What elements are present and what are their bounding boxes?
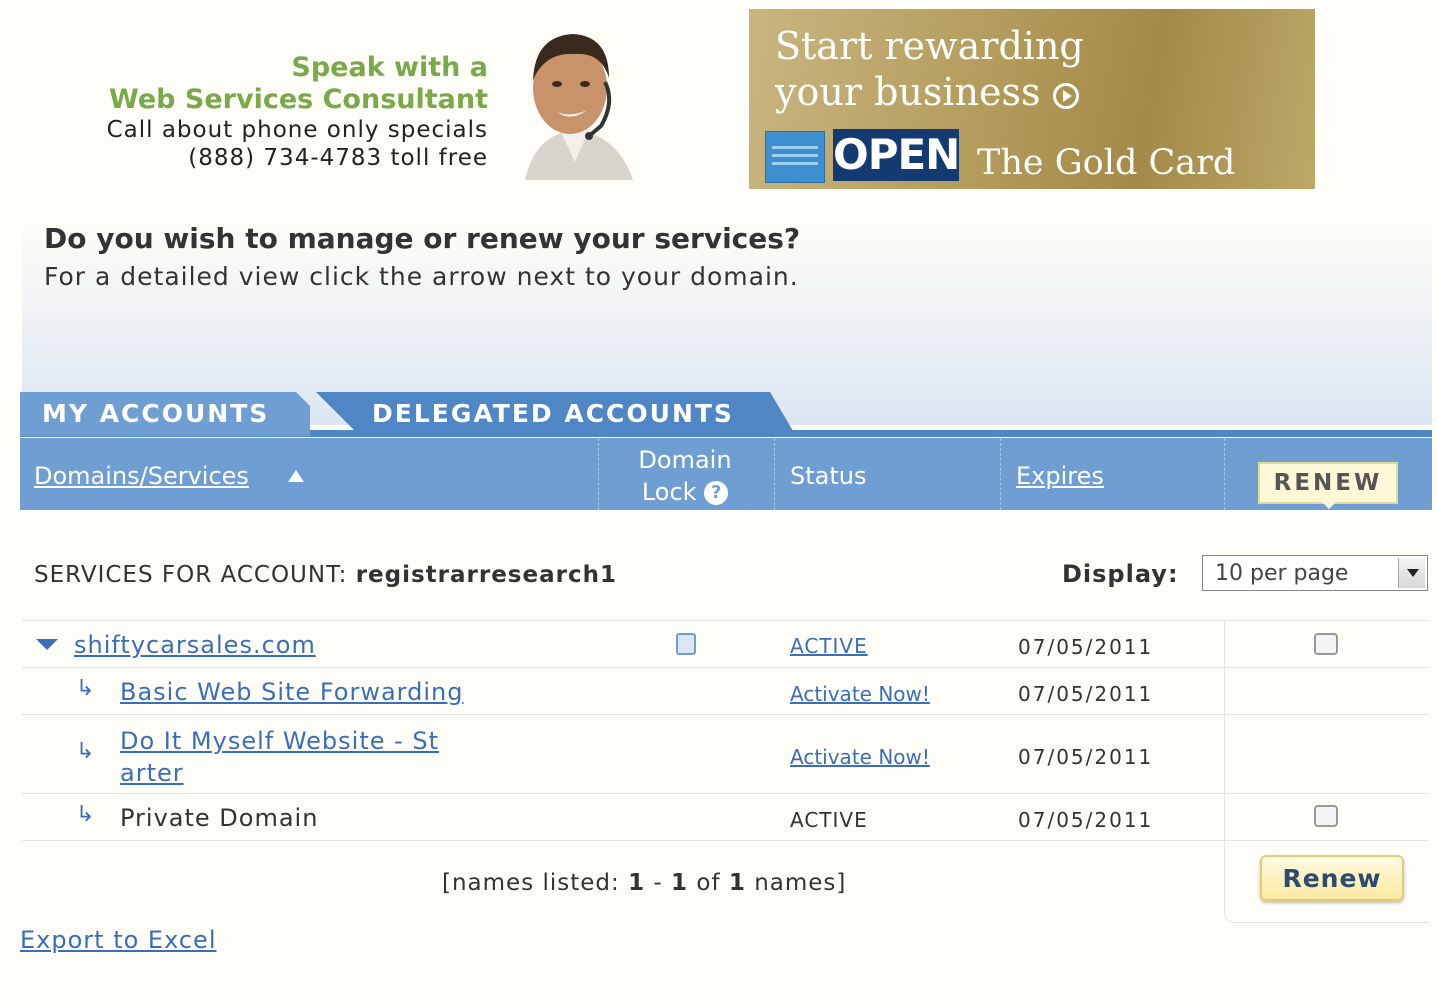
services-for-account: SERVICES FOR ACCOUNT: registrarresearch1 <box>34 562 617 588</box>
consultant-promo: Speak with a Web Services Consultant Cal… <box>20 52 488 172</box>
tab-delegated-label: DELEGATED ACCOUNTS <box>372 399 734 428</box>
pagination-of: of <box>696 870 721 896</box>
sub-item-arrow-icon: ↳ <box>76 676 95 701</box>
promo-line-2: Web Services Consultant <box>109 84 488 115</box>
promo-line-3: Call about phone only specials <box>106 117 488 143</box>
gold-card-label: The Gold Card <box>977 143 1236 183</box>
sort-ascending-icon <box>288 470 304 482</box>
per-page-select[interactable]: 10 per page <box>1202 555 1428 591</box>
tab-my-label: MY ACCOUNTS <box>42 399 270 428</box>
table-row: ↳ Basic Web Site Forwarding Activate Now… <box>22 667 1428 714</box>
expires-date: 07/05/2011 <box>1018 635 1154 659</box>
ad-headline-line-2: your business <box>775 70 1041 114</box>
play-circle-icon <box>1052 82 1079 109</box>
display-label: Display: <box>1062 560 1179 588</box>
export-to-excel-link[interactable]: Export to Excel <box>20 926 217 954</box>
manage-question: Do you wish to manage or renew your serv… <box>44 222 801 255</box>
activate-now-link[interactable]: Activate Now! <box>790 682 930 706</box>
chevron-down-icon[interactable] <box>1398 558 1425 588</box>
service-link-line-2: arter <box>120 759 184 787</box>
per-page-value: 10 per page <box>1215 561 1349 586</box>
help-icon[interactable]: ? <box>704 481 729 505</box>
expires-date: 07/05/2011 <box>1018 745 1154 769</box>
status-text: ACTIVE <box>790 808 868 832</box>
table-header: Domains/Services Domain Lock ? Status Ex… <box>20 438 1432 510</box>
gold-card-ad[interactable]: Start rewarding your business OPEN The G… <box>749 9 1315 189</box>
renew-checkbox[interactable] <box>1314 805 1338 827</box>
pagination-prefix: [names listed: <box>442 870 620 896</box>
table-row: ↳ Do It Myself Website - St arter Activa… <box>22 714 1428 793</box>
sort-expires-link[interactable]: Expires <box>1016 462 1104 490</box>
service-link[interactable]: Do It Myself Website - St arter <box>120 725 439 789</box>
consultant-photo <box>525 34 633 180</box>
pagination-from: 1 <box>628 870 646 896</box>
table-row: shiftycarsales.com ACTIVE 07/05/2011 <box>22 620 1428 667</box>
open-logo: OPEN <box>833 129 960 181</box>
amex-logo-icon <box>765 131 825 183</box>
service-name: Private Domain <box>120 804 319 832</box>
sub-item-arrow-icon: ↳ <box>76 739 95 764</box>
renew-header-pointer <box>1320 500 1338 509</box>
sort-domains-link[interactable]: Domains/Services <box>34 462 249 490</box>
header-divider <box>774 438 775 510</box>
service-link-line-1: Do It Myself Website - St <box>120 727 440 755</box>
domains-header-label: Domains/Services <box>34 462 249 490</box>
header-divider <box>1000 438 1001 510</box>
manage-hint: For a detailed view click the arrow next… <box>44 262 799 291</box>
account-name: registrarresearch1 <box>355 562 617 588</box>
pagination-summary: [names listed: 1 - 1 of 1 names] <box>442 870 846 896</box>
expires-date: 07/05/2011 <box>1018 682 1154 706</box>
renew-header-badge: RENEW <box>1258 462 1398 504</box>
status-link[interactable]: ACTIVE <box>790 634 868 658</box>
ad-headline-line-1: Start rewarding <box>775 24 1084 68</box>
pagination-dash: - <box>653 870 663 896</box>
domain-lock-label-2: Lock <box>641 478 697 506</box>
status-header: Status <box>790 462 867 490</box>
service-link[interactable]: Basic Web Site Forwarding <box>120 678 463 706</box>
expand-arrow-icon[interactable] <box>36 639 58 650</box>
renew-button[interactable]: Renew <box>1260 855 1404 901</box>
domain-link[interactable]: shiftycarsales.com <box>74 631 316 659</box>
renew-checkbox[interactable] <box>1314 633 1338 655</box>
header-divider <box>1224 438 1225 510</box>
pagination-to: 1 <box>671 870 689 896</box>
promo-line-1: Speak with a <box>291 52 488 83</box>
tab-my-accounts[interactable]: MY ACCOUNTS <box>20 392 310 436</box>
promo-phone: (888) 734-4783 toll free <box>188 145 488 171</box>
table-row: ↳ Private Domain ACTIVE 07/05/2011 <box>22 793 1428 841</box>
services-label: SERVICES FOR ACCOUNT: <box>34 562 348 588</box>
pagination-total: 1 <box>728 870 746 896</box>
activate-now-link[interactable]: Activate Now! <box>790 745 930 769</box>
domain-lock-header: Domain Lock ? <box>598 444 772 508</box>
account-tabs: DELEGATED ACCOUNTS MY ACCOUNTS <box>20 392 1432 438</box>
ad-headline: Start rewarding your business <box>775 23 1084 115</box>
lock-icon <box>676 633 696 655</box>
pagination-suffix: names] <box>754 870 847 896</box>
tab-delegated-accounts[interactable]: DELEGATED ACCOUNTS <box>316 392 796 436</box>
expires-date: 07/05/2011 <box>1018 808 1154 832</box>
sub-item-arrow-icon: ↳ <box>76 802 95 827</box>
domain-lock-label-1: Domain <box>638 446 732 474</box>
